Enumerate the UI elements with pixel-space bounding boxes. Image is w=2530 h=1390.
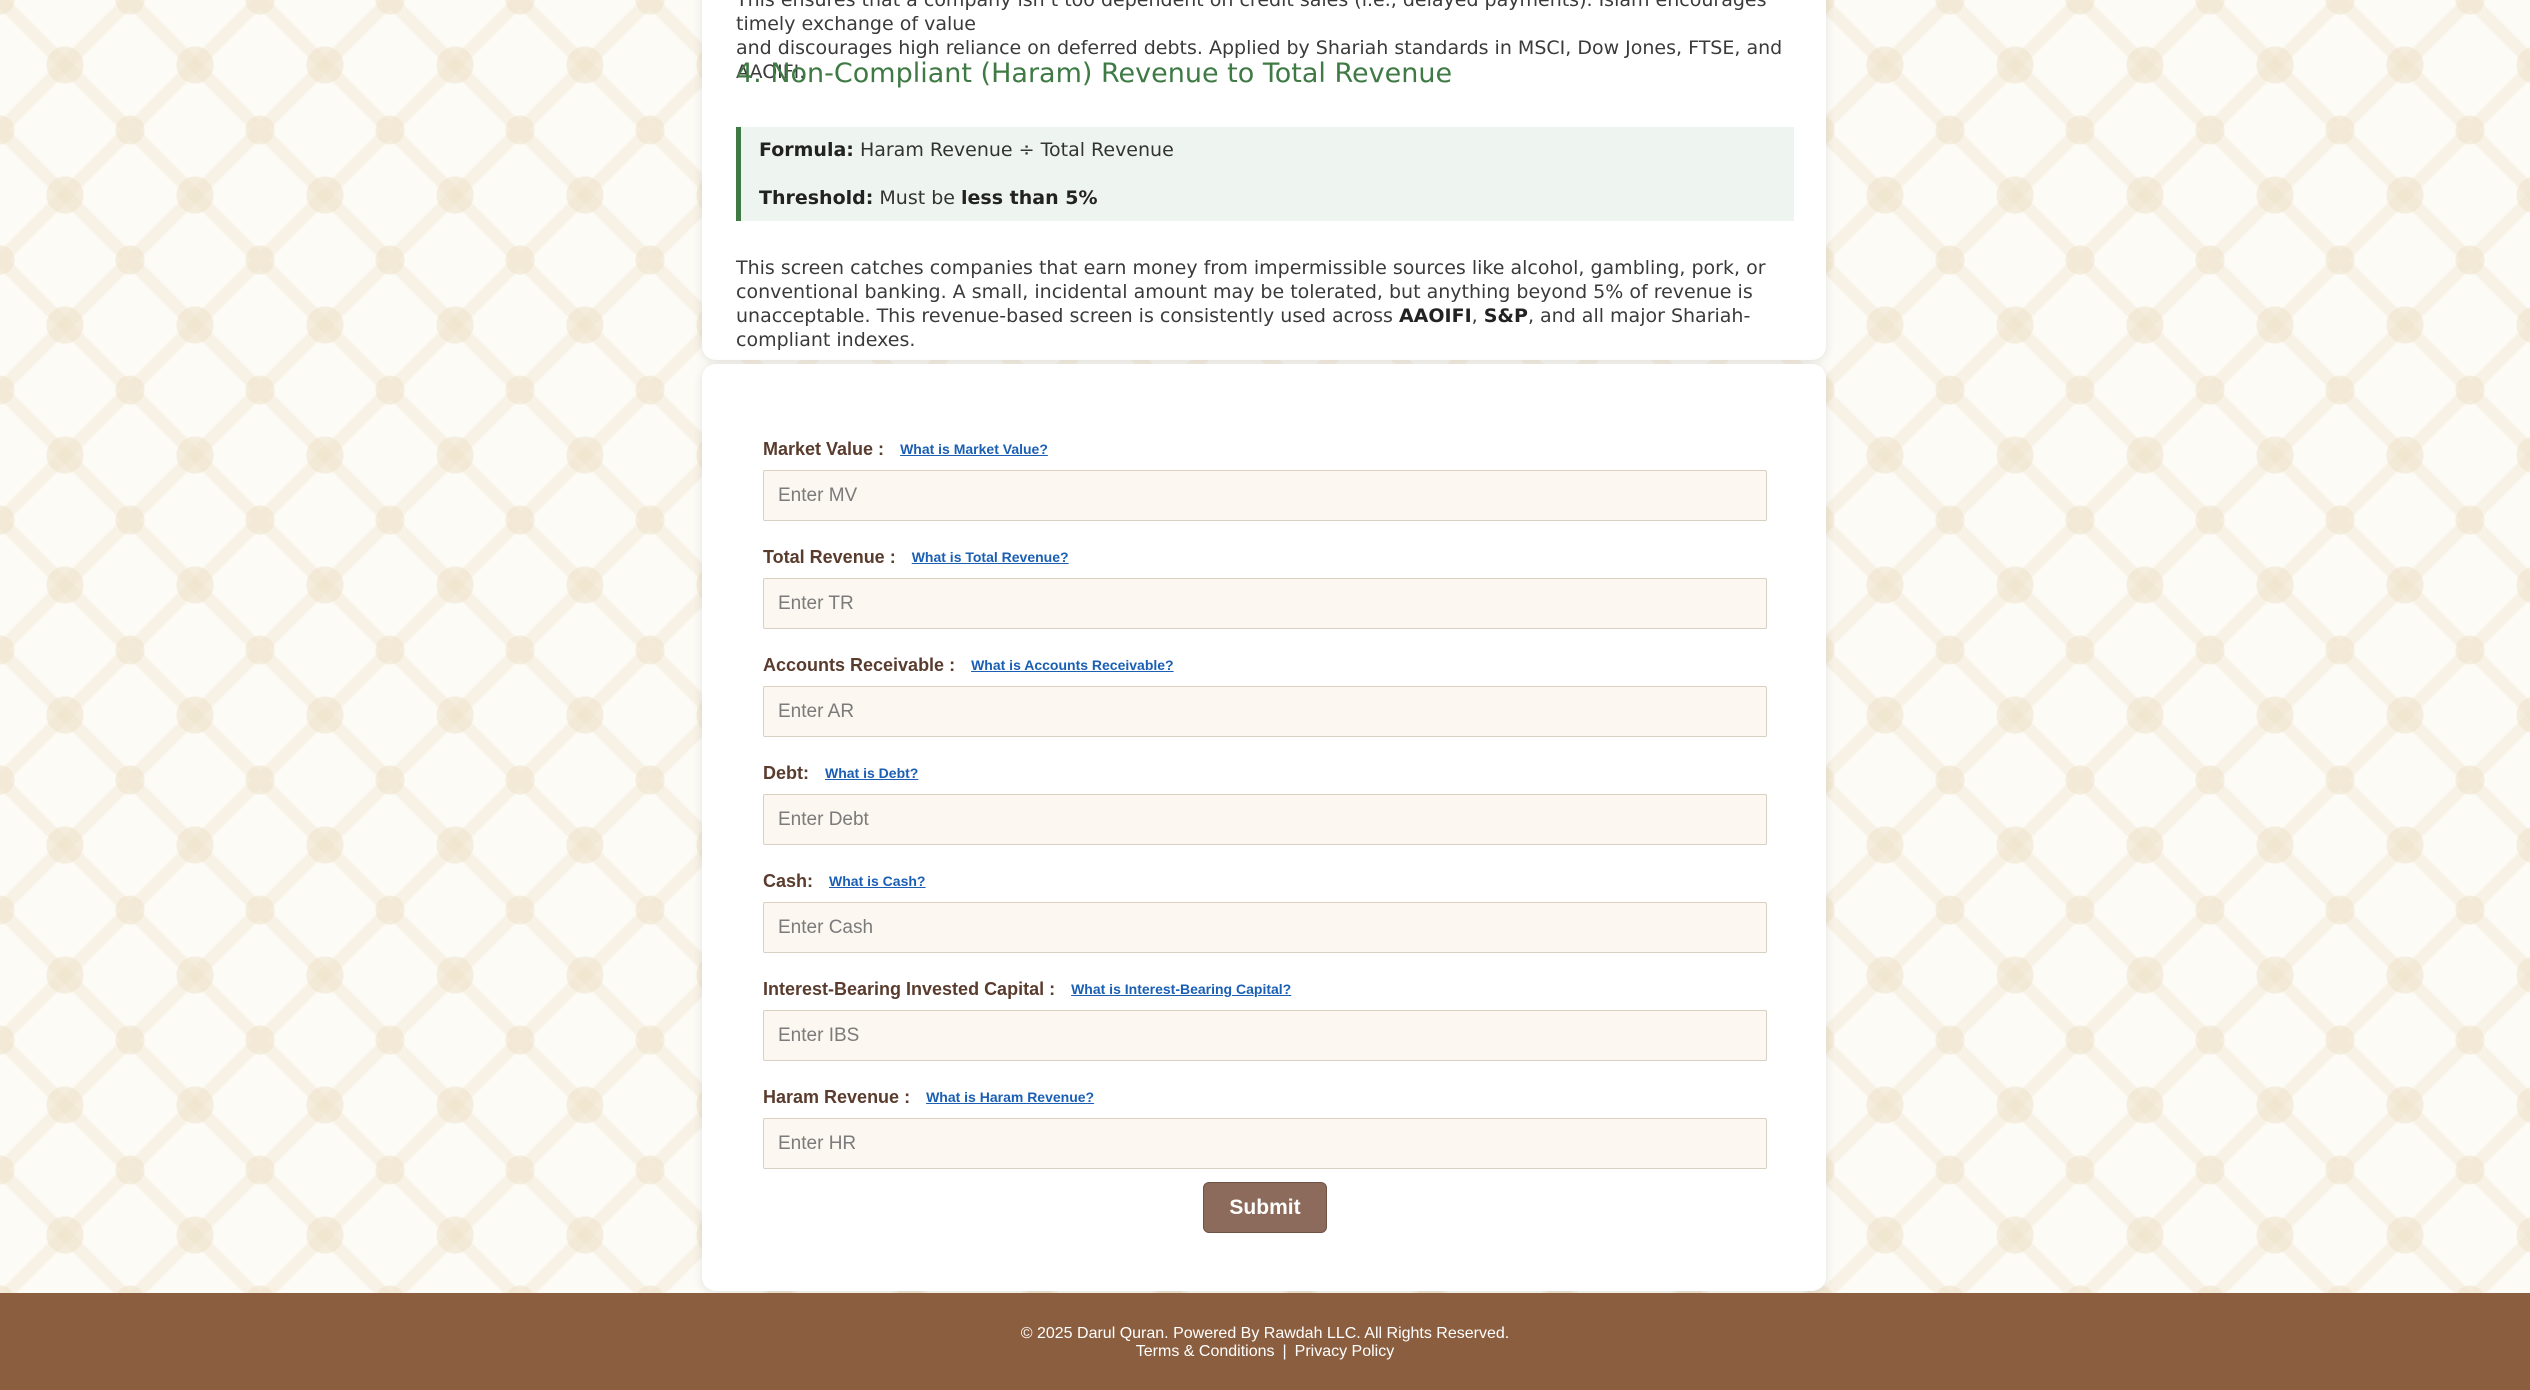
market-value-field: Market Value : What is Market Value? [763,434,1767,521]
market-value-input[interactable] [763,470,1767,521]
terms-link[interactable]: Terms & Conditions [1136,1343,1275,1360]
debt-field: Debt: What is Debt? [763,758,1767,845]
debt-input[interactable] [763,794,1767,845]
haram-revenue-help-link[interactable]: What is Haram Revenue? [926,1089,1094,1105]
accounts-receivable-label: Accounts Receivable : [763,654,956,675]
cash-help-link[interactable]: What is Cash? [829,873,925,889]
total-revenue-input[interactable] [763,578,1767,629]
screening-form: Market Value : What is Market Value? Tot… [702,364,1826,1291]
privacy-policy-link[interactable]: Privacy Policy [1295,1343,1395,1360]
formula-label: Formula: [759,139,854,161]
haram-revenue-field: Haram Revenue : What is Haram Revenue? [763,1082,1767,1169]
description-paragraph: This screen catches companies that earn … [736,256,1802,352]
cash-label: Cash: [763,870,814,891]
threshold-label: Threshold: [759,187,874,209]
threshold-value: less than 5% [961,187,1098,209]
formula-value: Haram Revenue ÷ Total Revenue [859,139,1174,161]
footer: © 2025 Darul Quran. Powered By Rawdah LL… [0,1293,2530,1390]
threshold-prefix: Must be [879,187,955,209]
accounts-receivable-field: Accounts Receivable : What is Accounts R… [763,650,1767,737]
footer-links: Terms & Conditions | Privacy Policy [0,1343,2530,1361]
interest-bearing-capital-field: Interest-Bearing Invested Capital : What… [763,974,1767,1061]
market-value-help-link[interactable]: What is Market Value? [900,441,1048,457]
total-revenue-help-link[interactable]: What is Total Revenue? [912,549,1069,565]
article-card: This ensures that a company isn’t too de… [702,0,1826,360]
total-revenue-label: Total Revenue : [763,546,896,567]
debt-help-link[interactable]: What is Debt? [825,765,918,781]
interest-bearing-capital-label: Interest-Bearing Invested Capital : [763,978,1056,999]
interest-bearing-capital-help-link[interactable]: What is Interest-Bearing Capital? [1071,981,1291,997]
threshold-row: Threshold: Must be less than 5% [759,184,1794,232]
paragraph-bold-sp: S&P [1483,305,1528,327]
paragraph-bold-aaoifi: AAOIFI [1398,305,1472,327]
market-value-label: Market Value : [763,438,885,459]
haram-revenue-label: Haram Revenue : [763,1086,911,1107]
formula-box: Formula: Haram Revenue ÷ Total Revenue T… [736,127,1794,221]
debt-label: Debt: [763,762,809,783]
accounts-receivable-help-link[interactable]: What is Accounts Receivable? [971,657,1174,673]
formula-row: Formula: Haram Revenue ÷ Total Revenue [759,136,1794,184]
footer-copyright: © 2025 Darul Quran. Powered By Rawdah LL… [1020,1325,1510,1342]
cash-input[interactable] [763,902,1767,953]
total-revenue-field: Total Revenue : What is Total Revenue? [763,542,1767,629]
interest-bearing-capital-input[interactable] [763,1010,1767,1061]
submit-button[interactable]: Submit [1203,1182,1327,1233]
cash-field: Cash: What is Cash? [763,866,1767,953]
paragraph-separator: , [1471,305,1478,327]
haram-revenue-input[interactable] [763,1118,1767,1169]
footer-separator: | [1282,1343,1287,1360]
intro-line-1: This ensures that a company isn’t too de… [736,0,1767,35]
section-heading: 4. Non-Compliant (Haram) Revenue to Tota… [736,58,1453,89]
accounts-receivable-input[interactable] [763,686,1767,737]
